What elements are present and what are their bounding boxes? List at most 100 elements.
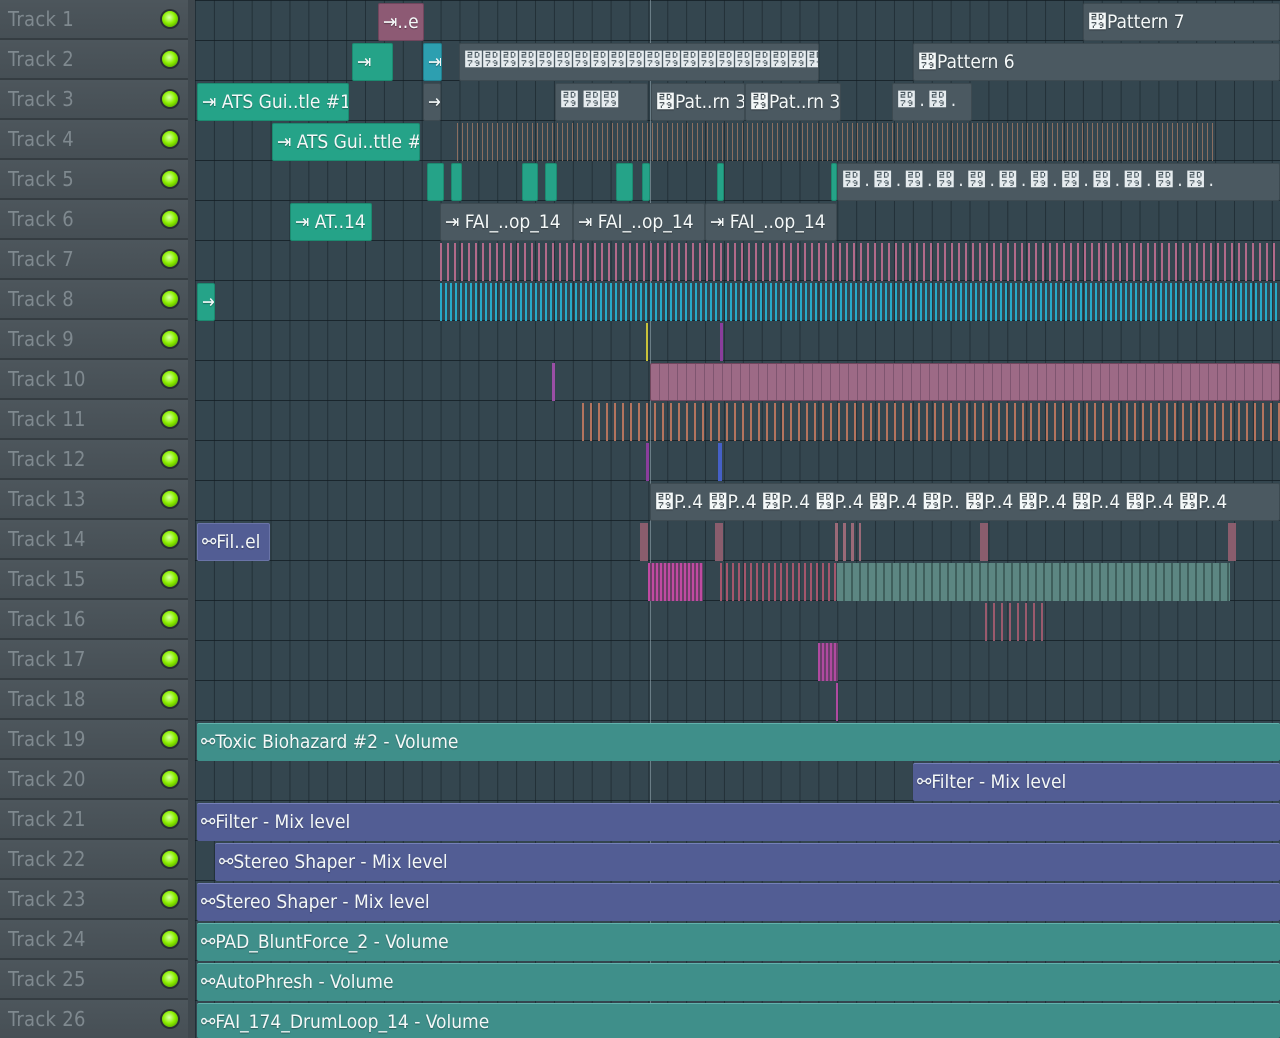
track-header[interactable]: Track 12 <box>0 440 188 480</box>
audio-clip[interactable]: ⇥..e <box>378 3 424 41</box>
note-block[interactable] <box>650 363 1280 401</box>
audio-clip[interactable]: ⇥ ATS Gui..ttle #3 <box>272 123 420 161</box>
automation-clip[interactable]: ⚯Stereo Shaper - Mix level <box>215 843 1280 881</box>
mute-toggle-icon[interactable] <box>162 451 178 467</box>
mute-toggle-icon[interactable] <box>162 731 178 747</box>
track-header[interactable]: Track 10 <box>0 360 188 400</box>
track-header[interactable]: Track 9 <box>0 320 188 360</box>
audio-clip[interactable]: ⇥ <box>197 283 215 321</box>
track-header[interactable]: Track 6 <box>0 200 188 240</box>
automation-clip[interactable]: ⚯PAD_BluntForce_2 - Volume <box>197 923 1280 961</box>
pattern-clip-group[interactable]: ⵹P..4 ⵹P..4 ⵹P..4 ⵹P..4 ⵹P..4 ⵹P.. ⵹P..4… <box>650 483 1280 521</box>
audio-clip[interactable]: ⇥ <box>423 83 441 121</box>
automation-clip[interactable]: ⚯AutoPhresh - Volume <box>197 963 1280 1001</box>
automation-clip[interactable]: ⚯Stereo Shaper - Mix level <box>197 883 1280 921</box>
mute-toggle-icon[interactable] <box>162 371 178 387</box>
pattern-clip-group[interactable]: ⵹⵹⵹⵹⵹⵹⵹⵹⵹⵹⵹⵹⵹⵹⵹⵹⵹⵹⵹⵹ <box>459 43 819 81</box>
audio-clip[interactable] <box>545 163 557 201</box>
audio-clip[interactable]: ⇥ FAI_..op_14 <box>705 203 837 241</box>
audio-clip[interactable] <box>451 163 462 201</box>
pattern-clip[interactable]: ⵹Pat..rn 3 <box>651 83 745 121</box>
track-header[interactable]: Track 8 <box>0 280 188 320</box>
mute-toggle-icon[interactable] <box>162 171 178 187</box>
track-name: Track 26 <box>8 1007 86 1031</box>
mute-toggle-icon[interactable] <box>162 91 178 107</box>
track-header[interactable]: Track 24 <box>0 920 188 960</box>
clip-label: ⚯FAI_174_DrumLoop_14 - Volume <box>201 1011 490 1033</box>
track-header[interactable]: Track 18 <box>0 680 188 720</box>
track-header[interactable]: Track 13 <box>0 480 188 520</box>
track-header[interactable]: Track 21 <box>0 800 188 840</box>
mute-toggle-icon[interactable] <box>162 611 178 627</box>
track-header[interactable]: Track 3 <box>0 80 188 120</box>
track-header[interactable]: Track 7 <box>0 240 188 280</box>
automation-clip[interactable]: ⚯FAI_174_DrumLoop_14 - Volume <box>197 1003 1280 1038</box>
pattern-clip[interactable]: ⵹Pattern 6 <box>913 43 1280 81</box>
track-header[interactable]: Track 23 <box>0 880 188 920</box>
clip-label: ⚯Fil..el <box>202 531 261 553</box>
track-header[interactable]: Track 4 <box>0 120 188 160</box>
mute-toggle-icon[interactable] <box>162 51 178 67</box>
audio-clip[interactable] <box>427 163 444 201</box>
audio-clip[interactable] <box>642 163 650 201</box>
mute-toggle-icon[interactable] <box>162 331 178 347</box>
mute-toggle-icon[interactable] <box>162 651 178 667</box>
note-stripes <box>818 643 838 681</box>
track-header[interactable]: Track 25 <box>0 960 188 1000</box>
automation-clip[interactable]: ⚯Filter - Mix level <box>197 803 1280 841</box>
audio-clip[interactable]: ⇥ <box>423 43 442 81</box>
audio-clip[interactable] <box>522 163 538 201</box>
track-name: Track 4 <box>8 127 75 151</box>
track-header[interactable]: Track 2 <box>0 40 188 80</box>
track-header[interactable]: Track 26 <box>0 1000 188 1038</box>
track-header[interactable]: Track 1 <box>0 0 188 40</box>
track-header[interactable]: Track 19 <box>0 720 188 760</box>
mute-toggle-icon[interactable] <box>162 211 178 227</box>
mute-toggle-icon[interactable] <box>162 851 178 867</box>
mute-toggle-icon[interactable] <box>162 251 178 267</box>
pattern-clip[interactable]: ⵹Pat..rn 3 <box>745 83 841 121</box>
mute-toggle-icon[interactable] <box>162 411 178 427</box>
mute-toggle-icon[interactable] <box>162 771 178 787</box>
mute-toggle-icon[interactable] <box>162 891 178 907</box>
track-header[interactable]: Track 14 <box>0 520 188 560</box>
mute-toggle-icon[interactable] <box>162 811 178 827</box>
track-header[interactable]: Track 22 <box>0 840 188 880</box>
mute-toggle-icon[interactable] <box>162 691 178 707</box>
playlist-grid[interactable]: ⇥..e ⵹Pattern 7 ⇥ ⇥ ⵹⵹⵹⵹⵹⵹⵹⵹⵹⵹⵹⵹⵹⵹⵹⵹⵹⵹⵹⵹… <box>195 0 1280 1038</box>
clip-label: ⚯PAD_BluntForce_2 - Volume <box>201 931 449 953</box>
audio-clip[interactable]: ⇥ FAI_..op_14 <box>440 203 573 241</box>
automation-clip[interactable]: ⚯Toxic Biohazard #2 - Volume <box>197 723 1280 761</box>
audio-clip[interactable]: ⇥ <box>352 43 393 81</box>
track-name: Track 9 <box>8 327 75 351</box>
audio-clip[interactable] <box>717 163 724 201</box>
audio-clip[interactable]: ⇥ AT..14 <box>290 203 372 241</box>
mute-toggle-icon[interactable] <box>162 971 178 987</box>
pattern-clip-group[interactable]: ⵹ . ⵹ . ⵹ . ⵹ . ⵹ . ⵹ . ⵹ . ⵹ . ⵹ . ⵹ . … <box>837 163 1280 201</box>
mute-toggle-icon[interactable] <box>162 571 178 587</box>
track-header[interactable]: Track 16 <box>0 600 188 640</box>
pattern-clip[interactable]: ⵹Pattern 7 <box>1083 3 1280 41</box>
mute-toggle-icon[interactable] <box>162 1011 178 1027</box>
mute-toggle-icon[interactable] <box>162 291 178 307</box>
audio-clip[interactable]: ⇥ ATS Gui..tle #13 <box>197 83 349 121</box>
mute-toggle-icon[interactable] <box>162 531 178 547</box>
track-header[interactable]: Track 5 <box>0 160 188 200</box>
mute-toggle-icon[interactable] <box>162 491 178 507</box>
mute-toggle-icon[interactable] <box>162 131 178 147</box>
automation-clip[interactable]: ⚯Filter - Mix level <box>913 763 1280 801</box>
pattern-clip-group[interactable]: ⵹ ⵹⵹ <box>555 83 648 121</box>
automation-clip[interactable]: ⚯Fil..el <box>197 523 270 561</box>
track-header[interactable]: Track 15 <box>0 560 188 600</box>
clip-label: ⚯AutoPhresh - Volume <box>201 971 394 993</box>
mute-toggle-icon[interactable] <box>162 931 178 947</box>
track-header[interactable]: Track 17 <box>0 640 188 680</box>
mute-toggle-icon[interactable] <box>162 11 178 27</box>
track-header[interactable]: Track 20 <box>0 760 188 800</box>
track-header[interactable]: Track 11 <box>0 400 188 440</box>
clip-label: ⚯Filter - Mix level <box>917 771 1067 793</box>
audio-clip[interactable]: ⇥ FAI_..op_14 <box>573 203 705 241</box>
pattern-clip-group[interactable]: ⵹ . ⵹ . <box>892 83 972 121</box>
audio-clip[interactable] <box>616 163 633 201</box>
note-stripes <box>835 523 861 561</box>
